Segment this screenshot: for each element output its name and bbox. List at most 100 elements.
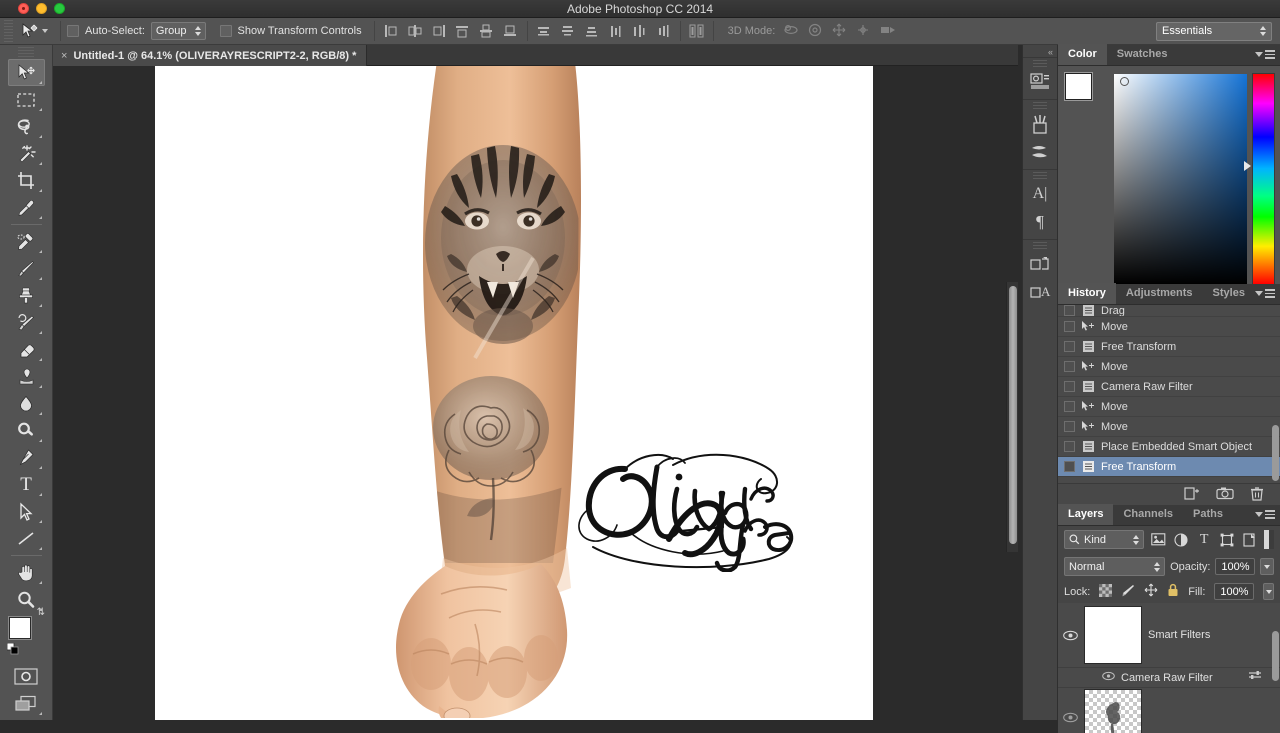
hand-tool[interactable] xyxy=(8,559,45,586)
pan-3d-icon[interactable] xyxy=(831,23,847,40)
tools-panel-grip[interactable] xyxy=(18,47,34,57)
mini-bridge-icon[interactable] xyxy=(1023,68,1057,96)
dodge-tool[interactable] xyxy=(8,417,45,444)
horizontal-type-tool[interactable]: T xyxy=(8,471,45,498)
dock-group-grip[interactable] xyxy=(1033,242,1047,249)
table-row[interactable]: Free Transform xyxy=(1058,457,1280,477)
tab-color[interactable]: Color xyxy=(1058,44,1107,65)
line-tool[interactable] xyxy=(8,525,45,552)
eyedropper-tool[interactable] xyxy=(8,194,45,221)
script-text-layer[interactable] xyxy=(573,447,803,572)
fill-value[interactable]: 100% xyxy=(1214,583,1254,600)
dock-group-grip[interactable] xyxy=(1033,102,1047,109)
tab-layers[interactable]: Layers xyxy=(1058,504,1113,525)
distribute-vertical-centers-icon[interactable] xyxy=(558,21,578,41)
distribute-top-edges-icon[interactable] xyxy=(534,21,554,41)
layers-scrollbar-thumb[interactable] xyxy=(1272,631,1279,681)
foreground-color-swatch[interactable] xyxy=(9,617,31,639)
rotate-3d-icon[interactable] xyxy=(783,23,799,40)
color-panel-swatches[interactable] xyxy=(1064,74,1108,112)
auto-select-checkbox[interactable] xyxy=(67,25,79,37)
layer-list[interactable]: Smart Filters Camera Raw Filter xyxy=(1058,603,1280,733)
dock-group-grip[interactable] xyxy=(1033,60,1047,67)
create-new-snapshot-icon[interactable] xyxy=(1216,486,1234,503)
history-source-checkbox[interactable] xyxy=(1064,341,1075,352)
scale-3d-icon[interactable] xyxy=(879,23,897,40)
distribute-right-edges-icon[interactable] xyxy=(654,21,674,41)
filter-type-layers-icon[interactable]: T xyxy=(1195,530,1213,549)
spot-healing-brush-tool[interactable] xyxy=(8,228,45,255)
filter-settings-icon[interactable] xyxy=(1248,670,1262,685)
brush-icon[interactable] xyxy=(1023,138,1057,166)
default-colors-icon[interactable] xyxy=(7,643,19,658)
color-picker-marker[interactable] xyxy=(1120,77,1129,86)
screen-mode-button[interactable] xyxy=(8,690,45,717)
history-source-checkbox[interactable] xyxy=(1064,305,1075,316)
align-left-edges-icon[interactable] xyxy=(381,21,401,41)
scrollbar-thumb[interactable] xyxy=(1009,286,1017,544)
history-brush-tool[interactable] xyxy=(8,309,45,336)
layer-filter-stepper-icon[interactable] xyxy=(1133,535,1139,545)
brush-tool[interactable] xyxy=(8,255,45,282)
history-source-checkbox[interactable] xyxy=(1064,361,1075,372)
gradient-tool[interactable] xyxy=(8,363,45,390)
opacity-slider-arrow-icon[interactable] xyxy=(1260,558,1274,575)
filter-pixel-layers-icon[interactable] xyxy=(1149,530,1167,549)
canvas-vertical-scrollbar[interactable] xyxy=(1006,282,1018,552)
history-source-checkbox[interactable] xyxy=(1064,441,1075,452)
brush-presets-icon[interactable] xyxy=(1023,110,1057,138)
hue-slider-marker[interactable] xyxy=(1244,161,1251,171)
table-row[interactable]: Move xyxy=(1058,357,1280,377)
lock-image-pixels-icon[interactable] xyxy=(1121,584,1135,600)
align-bottom-edges-icon[interactable] xyxy=(501,21,521,41)
distribute-horizontal-centers-icon[interactable] xyxy=(630,21,650,41)
filter-adjustment-layers-icon[interactable] xyxy=(1172,530,1190,549)
document-tab[interactable]: × Untitled-1 @ 64.1% (OLIVERAYRESCRIPT2-… xyxy=(53,45,367,66)
table-row[interactable]: Move xyxy=(1058,417,1280,437)
panel-menu-icon[interactable] xyxy=(1255,510,1275,519)
blur-tool[interactable] xyxy=(8,390,45,417)
slide-3d-icon[interactable] xyxy=(855,23,871,40)
blend-mode-dropdown[interactable]: Normal xyxy=(1064,557,1165,576)
tab-adjustments[interactable]: Adjustments xyxy=(1116,283,1203,304)
history-source-checkbox[interactable] xyxy=(1064,401,1075,412)
rectangular-marquee-tool[interactable] xyxy=(8,86,45,113)
panel-menu-icon[interactable] xyxy=(1255,289,1275,298)
tab-paths[interactable]: Paths xyxy=(1183,504,1233,525)
layer-name[interactable]: Smart Filters xyxy=(1148,629,1210,641)
dock-group-grip[interactable] xyxy=(1033,172,1047,179)
opacity-value[interactable]: 100% xyxy=(1215,558,1255,575)
lock-all-icon[interactable] xyxy=(1167,583,1179,600)
history-source-checkbox[interactable] xyxy=(1064,421,1075,432)
document-canvas[interactable] xyxy=(155,66,873,720)
layer-filter-kind-dropdown[interactable]: Kind xyxy=(1064,530,1144,549)
auto-select-stepper-icon[interactable] xyxy=(195,26,201,36)
options-bar-grip[interactable] xyxy=(4,20,13,42)
roll-3d-icon[interactable] xyxy=(807,23,823,40)
table-row[interactable]: Drag xyxy=(1058,305,1280,317)
clone-stamp-tool[interactable] xyxy=(8,282,45,309)
tab-channels[interactable]: Channels xyxy=(1113,504,1183,525)
character-icon[interactable]: A| xyxy=(1023,180,1057,208)
layer-visibility-toggle[interactable] xyxy=(1058,603,1082,667)
table-row[interactable]: Free Transform xyxy=(1058,337,1280,357)
tab-styles[interactable]: Styles xyxy=(1203,283,1255,304)
blend-mode-stepper-icon[interactable] xyxy=(1154,562,1160,572)
paragraph-styles-icon[interactable]: A xyxy=(1023,278,1057,306)
tab-history[interactable]: History xyxy=(1058,283,1116,304)
expand-panels-icon[interactable]: « xyxy=(1023,45,1057,57)
panel-menu-icon[interactable] xyxy=(1255,50,1275,59)
align-horizontal-centers-icon[interactable] xyxy=(405,21,425,41)
align-top-edges-icon[interactable] xyxy=(453,21,473,41)
table-row[interactable]: Place Embedded Smart Object xyxy=(1058,437,1280,457)
filter-visibility-toggle[interactable] xyxy=(1102,671,1115,684)
auto-align-layers-icon[interactable] xyxy=(687,21,707,41)
paragraph-icon[interactable]: ¶ xyxy=(1023,208,1057,236)
canvas-workspace[interactable] xyxy=(53,66,1018,720)
hue-slider[interactable] xyxy=(1253,74,1274,284)
filter-smart-object-icon[interactable] xyxy=(1241,530,1259,549)
table-row[interactable]: Move xyxy=(1058,317,1280,337)
history-source-checkbox[interactable] xyxy=(1064,381,1075,392)
layer-visibility-toggle[interactable] xyxy=(1058,688,1082,733)
workspace-switcher[interactable]: Essentials xyxy=(1156,22,1272,41)
